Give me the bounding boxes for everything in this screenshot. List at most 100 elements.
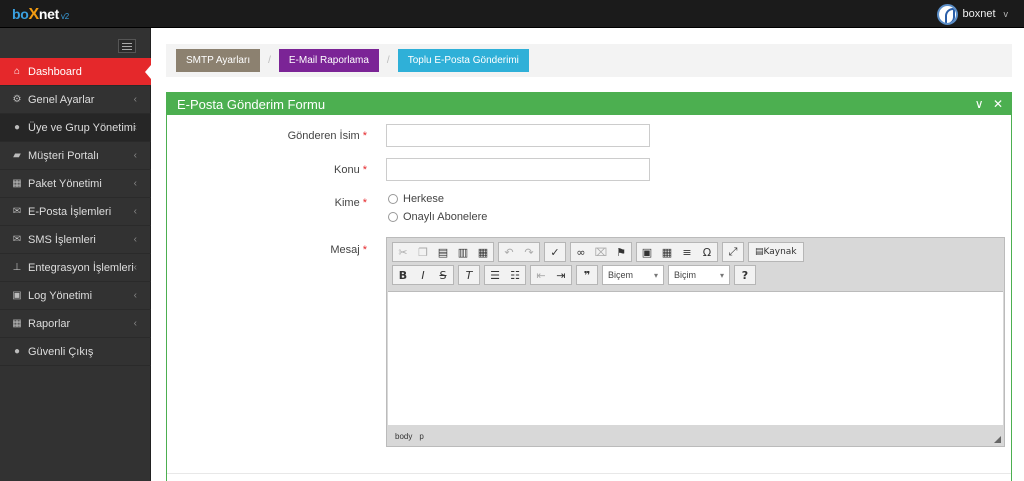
- hamburger-icon: [122, 43, 132, 44]
- paste-text-icon[interactable]: ▥: [453, 243, 473, 261]
- required-mark: *: [362, 130, 367, 142]
- history-group: ↶ ↷: [498, 242, 540, 262]
- subject-label: Konu *: [167, 164, 367, 176]
- sidebar-item-label: Log Yönetimi: [28, 289, 93, 302]
- format-select[interactable]: Biçem ▾: [602, 265, 664, 285]
- sidebar-item-sms-operations[interactable]: ✉ SMS İşlemleri ‹: [0, 226, 151, 254]
- source-label: Kaynak: [763, 247, 797, 257]
- label-text: Mesaj: [330, 244, 360, 256]
- outdent-icon[interactable]: ⇤: [531, 266, 551, 284]
- list-group: ☰ ☷: [484, 265, 526, 285]
- chevron-down-icon: ▾: [719, 270, 724, 280]
- grid-icon: ▦: [12, 318, 22, 329]
- resize-handle-icon[interactable]: [994, 436, 1001, 443]
- source-button[interactable]: ▤ Kaynak: [749, 243, 803, 261]
- strikethrough-icon[interactable]: S: [433, 266, 453, 284]
- logo-text: X: [28, 6, 40, 23]
- spellcheck-group: ✓: [544, 242, 566, 262]
- italic-icon[interactable]: I: [413, 266, 433, 284]
- lock-icon: ▣: [12, 290, 22, 301]
- anchor-flag-icon[interactable]: ⚑: [611, 243, 631, 261]
- sidebar-item-label: Genel Ayarlar: [28, 93, 95, 106]
- breadcrumb-bulk-email[interactable]: Toplu E-Posta Gönderimi: [397, 49, 529, 72]
- numbered-list-icon[interactable]: ☰: [485, 266, 505, 284]
- bold-icon[interactable]: B: [393, 266, 413, 284]
- menu-toggle-button[interactable]: [118, 39, 136, 53]
- table-icon[interactable]: ▦: [657, 243, 677, 261]
- remove-format-icon[interactable]: T: [459, 266, 479, 284]
- style-select[interactable]: Biçim ▾: [668, 265, 730, 285]
- sidebar-item-dashboard[interactable]: ⌂ Dashboard: [0, 58, 151, 86]
- redo-icon[interactable]: ↷: [519, 243, 539, 261]
- sidebar-item-integration[interactable]: ⊥ Entegrasyon İşlemleri ‹: [0, 254, 151, 282]
- editor-toolbar: ✂ ❐ ▤ ▥ ▦ ↶ ↷ ✓ ∞ ⌧ ⚑ ▣ ▦ ≡ Ω ⤢ ▤ Kaynak…: [387, 238, 1004, 290]
- envelope-icon: ✉: [12, 234, 22, 245]
- path-body[interactable]: body: [395, 432, 412, 441]
- chevron-left-icon: ‹: [133, 178, 137, 189]
- remove-format-group: T: [458, 265, 480, 285]
- avatar: [937, 3, 959, 25]
- user-name: boxnet: [962, 8, 996, 20]
- sidebar: ⌂ Dashboard ⚙ Genel Ayarlar ‹ ● Üye ve G…: [0, 28, 151, 481]
- cut-icon[interactable]: ✂: [393, 243, 413, 261]
- source-group: ▤ Kaynak: [748, 242, 804, 262]
- chevron-left-icon: ‹: [133, 206, 137, 217]
- horizontal-rule-icon[interactable]: ≡: [677, 243, 697, 261]
- sidebar-item-package-management[interactable]: ▦ Paket Yönetimi ‹: [0, 170, 151, 198]
- spellcheck-icon[interactable]: ✓: [545, 243, 565, 261]
- message-editor-area[interactable]: [388, 291, 1003, 425]
- image-icon[interactable]: ▣: [637, 243, 657, 261]
- source-icon: ▤: [755, 247, 764, 257]
- radio-approved-subscribers[interactable]: Onaylı Abonelere: [388, 211, 487, 223]
- link-icon[interactable]: ∞: [571, 243, 591, 261]
- paste-word-icon[interactable]: ▦: [473, 243, 493, 261]
- sidebar-item-log-management[interactable]: ▣ Log Yönetimi ‹: [0, 282, 151, 310]
- top-bar: boXnet v2 boxnet v: [0, 0, 1024, 28]
- chevron-down-icon[interactable]: ∨: [975, 97, 984, 111]
- cogs-icon: ⚙: [12, 94, 22, 105]
- label-text: Konu: [334, 164, 360, 176]
- sender-name-input[interactable]: [386, 124, 650, 147]
- sidebar-item-label: E-Posta İşlemleri: [28, 205, 112, 218]
- breadcrumb-email-reporting[interactable]: E-Mail Raporlama: [278, 49, 379, 72]
- chevron-left-icon: ‹: [133, 94, 137, 105]
- sidebar-item-email-operations[interactable]: ✉ E-Posta İşlemleri ‹: [0, 198, 151, 226]
- breadcrumb: SMTP Ayarları / E-Mail Raporlama / Toplu…: [166, 44, 1012, 77]
- subject-input[interactable]: [386, 158, 650, 181]
- chevron-left-icon: ‹: [133, 150, 137, 161]
- breadcrumb-smtp-settings[interactable]: SMTP Ayarları: [176, 49, 261, 72]
- sidebar-item-label: Raporlar: [28, 317, 71, 330]
- path-p[interactable]: p: [419, 432, 423, 441]
- blockquote-icon[interactable]: ❞: [577, 266, 597, 284]
- undo-icon[interactable]: ↶: [499, 243, 519, 261]
- panel-footer: [167, 473, 1011, 481]
- message-label: Mesaj *: [167, 244, 367, 256]
- boxnet-logo[interactable]: boXnet v2: [12, 6, 69, 24]
- radio-everyone[interactable]: Herkese: [388, 193, 444, 205]
- panel-header: E-Posta Gönderim Formu: [167, 93, 1011, 115]
- help-group: ?: [734, 265, 756, 285]
- sidebar-item-logout[interactable]: ● Güvenli Çıkış: [0, 338, 151, 366]
- user-icon: ●: [13, 346, 21, 357]
- user-menu[interactable]: boxnet v: [937, 3, 1008, 25]
- unlink-icon[interactable]: ⌧: [591, 243, 611, 261]
- quote-group: ❞: [576, 265, 598, 285]
- indent-icon[interactable]: ⇥: [551, 266, 571, 284]
- sidebar-item-customer-portal[interactable]: ▰ Müşteri Portalı ‹: [0, 142, 151, 170]
- hamburger-icon: [122, 46, 132, 47]
- label-text: Gönderen İsim: [287, 130, 360, 142]
- close-icon[interactable]: ✕: [993, 97, 1003, 111]
- copy-icon[interactable]: ❐: [413, 243, 433, 261]
- breadcrumb-separator: /: [386, 55, 390, 66]
- sidebar-item-members-groups[interactable]: ● Üye ve Grup Yönetimi ‹: [0, 114, 151, 142]
- sidebar-item-reports[interactable]: ▦ Raporlar ‹: [0, 310, 151, 338]
- sidebar-item-general-settings[interactable]: ⚙ Genel Ayarlar ‹: [0, 86, 151, 114]
- sidebar-item-label: Güvenli Çıkış: [28, 345, 94, 358]
- maximize-icon[interactable]: ⤢: [723, 243, 743, 261]
- paste-icon[interactable]: ▤: [433, 243, 453, 261]
- bulleted-list-icon[interactable]: ☷: [505, 266, 525, 284]
- special-char-icon[interactable]: Ω: [697, 243, 717, 261]
- help-icon[interactable]: ?: [735, 266, 755, 284]
- chevron-down-icon: v: [1003, 9, 1009, 19]
- sidebar-item-label: Müşteri Portalı: [28, 149, 99, 162]
